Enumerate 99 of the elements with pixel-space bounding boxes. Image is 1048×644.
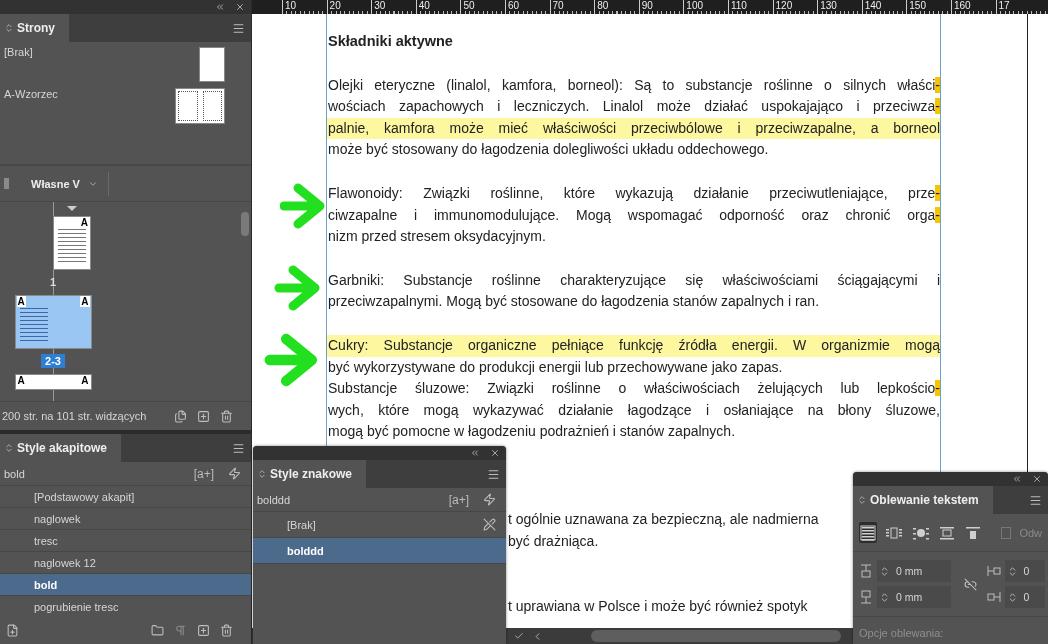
- text-line: t uprawiana w Polsce i może być również spotyk: [507, 597, 808, 617]
- collapse-icon[interactable]: [470, 448, 480, 458]
- new-style-label[interactable]: [a+]: [448, 492, 469, 507]
- style-name: [Brak]: [287, 518, 316, 531]
- checkbox[interactable]: [1000, 526, 1012, 539]
- text-line: t ogólnie uznawana za bezpieczną, ale nadmierna: [507, 509, 819, 529]
- field-value: 0: [1023, 565, 1030, 577]
- text-wrap-icon: [886, 524, 903, 541]
- check-icon[interactable]: [514, 631, 524, 641]
- text-line: Olejki eteryczne (linalol, kamfora, borneol): Są to substancje roślinne o silnych właści-: [327, 75, 940, 95]
- offset-field[interactable]: 0: [1004, 586, 1045, 608]
- master-prefix: A: [80, 375, 90, 386]
- collapse-icon[interactable]: [1012, 474, 1022, 484]
- text-line: być wykorzystywane do produkcji energii lub przechowywane jako zapas.: [327, 357, 784, 377]
- text-wrap-icon: [860, 524, 877, 541]
- field-value: 0: [1023, 591, 1030, 603]
- close-icon[interactable]: [1032, 474, 1042, 484]
- master-prefix: A: [80, 296, 90, 307]
- trash-icon[interactable]: [220, 409, 233, 423]
- style-item[interactable]: [Podstawowy akapit]: [0, 486, 251, 508]
- lightning-icon[interactable]: [483, 493, 496, 506]
- text-line: być drażniąca.: [507, 531, 599, 551]
- style-item[interactable]: bold: [0, 574, 251, 596]
- spinner-icon[interactable]: [879, 591, 890, 603]
- page-thumbnail[interactable]: A: [53, 216, 91, 270]
- new-page-icon[interactable]: [197, 409, 210, 423]
- text-line: Garbniki: Substancje roślinne charakteryzujące się właściwościami ściągającymi i: [327, 270, 940, 290]
- arrow-annotation: [264, 333, 318, 387]
- offset-icon: [859, 590, 873, 604]
- updown-icon: [857, 495, 867, 505]
- new-style-label[interactable]: [a+]: [193, 466, 214, 481]
- text-line: wościach zapachowych i leczniczych. Linalol może działać uspokajająco i przeciwza-: [327, 97, 940, 117]
- marker-icon: [67, 206, 77, 211]
- scrollbar-thumb[interactable]: [241, 212, 249, 236]
- close-icon[interactable]: [490, 448, 500, 458]
- close-icon[interactable]: [235, 2, 245, 12]
- text-line: wych, które mogą wykazywać działanie łagodzące i osłaniające na błony śluzowe,: [327, 400, 940, 420]
- style-item[interactable]: naglowek: [0, 508, 251, 530]
- panel-tab[interactable]: Style znakowe: [253, 460, 367, 488]
- text-wrap-icon: [965, 524, 982, 541]
- page-number: 1: [48, 275, 58, 289]
- offset-icon: [986, 564, 1001, 578]
- grip-handle[interactable]: [4, 178, 9, 189]
- text-line: może być stosowany do łagodzenia dolegliwości układu oddechowego.: [327, 140, 770, 160]
- text-line: przeciwzapalnymi. Mogą być stosowane do łagodzenia stanów zapalnych i ran.: [327, 292, 821, 312]
- page-thumbnail[interactable]: A A: [14, 295, 92, 349]
- updown-icon: [4, 443, 14, 453]
- offset-icon: [859, 564, 873, 578]
- trash-icon[interactable]: [220, 623, 233, 637]
- collapse-icon[interactable]: [215, 2, 225, 12]
- text-line: Substancje śluzowe: Związki roślinne o właściwościach żelujących lub lepkościo-: [327, 379, 940, 399]
- offset-icon: [986, 590, 1001, 604]
- text-line: ciwzapalne i immunomodulujące. Mogą wspomagać odporność oraz chronić orga-: [327, 205, 940, 225]
- page-number: 2-3: [41, 354, 65, 368]
- wrap-mode-button[interactable]: [859, 522, 878, 543]
- text-line: nizm przed stresem oksydacyjnym.: [327, 227, 547, 247]
- style-item[interactable]: pogrubienie tresc: [0, 596, 251, 616]
- new-style-icon[interactable]: [197, 623, 210, 637]
- text-wrap-icon: [939, 524, 956, 541]
- text-line: Flawonoidy: Związki roślinne, które wykazują działanie przeciwutleniające, prze-: [327, 183, 940, 203]
- view-dropdown[interactable]: Własne V: [31, 171, 109, 196]
- text-line: mogą być pomocne w łagodzeniu podrażnień i stanów zapalnych.: [327, 422, 737, 442]
- master-prefix: A: [16, 375, 26, 386]
- pages-icon[interactable]: [174, 409, 187, 423]
- options-label: Opcje oblewania:: [859, 627, 944, 639]
- updown-icon: [4, 23, 14, 33]
- current-style: bolddd: [257, 493, 291, 506]
- page-thumbnail[interactable]: A A: [14, 374, 92, 390]
- offset-field[interactable]: 0: [1004, 560, 1045, 582]
- text-lines-drawing: [19, 308, 48, 344]
- style-name: bolddd: [287, 544, 324, 557]
- field-value: 0 mm: [896, 591, 923, 603]
- offset-field[interactable]: 0 mm: [877, 586, 951, 608]
- folder-icon[interactable]: [151, 623, 164, 637]
- spinner-icon[interactable]: [879, 565, 890, 577]
- pen-off-icon: [483, 518, 496, 531]
- scrollbar-thumb[interactable]: [591, 630, 841, 642]
- offset-field[interactable]: 0 mm: [877, 560, 951, 582]
- panel-tab[interactable]: Strony: [0, 14, 69, 42]
- updown-icon: [257, 469, 267, 479]
- panel-tab[interactable]: Oblewanie tekstem: [853, 486, 993, 514]
- current-style: bold: [4, 467, 25, 480]
- master-thumbnail[interactable]: [199, 47, 225, 82]
- master-name[interactable]: A-Wzorzec: [4, 88, 58, 100]
- style-item[interactable]: bolddd: [253, 538, 506, 564]
- pilcrow-icon[interactable]: [174, 623, 187, 637]
- arrow-annotation: [280, 183, 325, 229]
- heading: Składniki aktywne: [327, 32, 454, 51]
- arrow-annotation: [274, 265, 320, 311]
- lightning-icon[interactable]: [228, 467, 241, 480]
- master-name[interactable]: [Brak]: [4, 46, 33, 58]
- master-thumbnail[interactable]: [175, 88, 225, 124]
- load-styles-icon[interactable]: [6, 623, 19, 637]
- page-count: 200 str. na 101 str. widzących: [2, 410, 147, 422]
- field-value: 0 mm: [896, 565, 923, 577]
- master-prefix: A: [79, 217, 89, 228]
- master-prefix: A: [16, 296, 26, 307]
- panel-tab[interactable]: Style akapitowe: [0, 434, 122, 462]
- style-item[interactable]: tresc: [0, 530, 251, 552]
